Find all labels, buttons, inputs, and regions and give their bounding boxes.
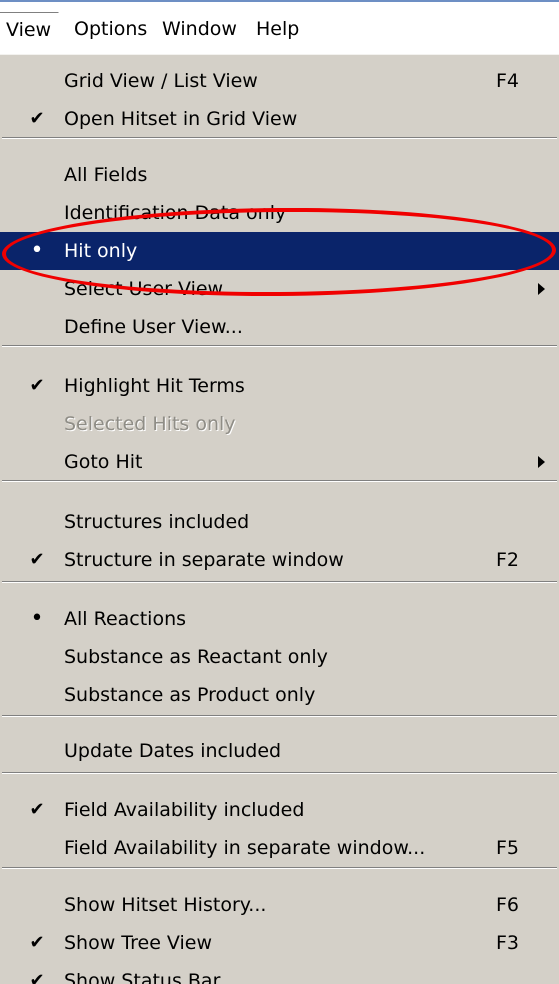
menu-item-field-availability-in-separate-window[interactable]: Field Availability in separate window...…	[0, 829, 559, 867]
checkmark-icon: ✔	[29, 375, 45, 396]
menu-item-hit-only[interactable]: • Hit only	[0, 232, 559, 270]
menu-item-field-availability-included[interactable]: ✔ Field Availability included	[0, 791, 559, 829]
menu-item-label: Structures included	[64, 511, 250, 533]
keyboard-shortcut: F6	[496, 894, 520, 916]
menu-item-show-hitset-history[interactable]: Show Hitset History... F6	[0, 886, 559, 924]
menu-item-highlight-hit-terms[interactable]: ✔ Highlight Hit Terms	[0, 367, 559, 405]
menu-item-label: Field Availability included	[64, 799, 305, 821]
menu-item-label: All Reactions	[64, 608, 187, 630]
menu-item-label: Show Status Bar	[64, 970, 221, 984]
menu-item-update-dates-included[interactable]: Update Dates included	[0, 732, 559, 770]
menu-separator	[2, 867, 557, 869]
radio-bullet-icon: •	[30, 238, 44, 263]
submenu-arrow-icon	[538, 456, 545, 468]
menu-view[interactable]: View	[0, 12, 60, 46]
menu-item-label: Grid View / List View	[64, 70, 258, 92]
menu-item-label: Show Tree View	[64, 932, 213, 954]
menu-separator	[2, 772, 557, 774]
menu-item-label: Structure in separate window	[64, 549, 344, 571]
menu-separator	[2, 345, 557, 347]
menu-separator	[2, 480, 557, 482]
menu-item-grid-view-list-view[interactable]: Grid View / List View F4	[0, 62, 559, 100]
menu-item-label: Field Availability in separate window...	[64, 837, 426, 859]
menu-item-label: Highlight Hit Terms	[64, 375, 245, 397]
menu-item-substance-as-reactant-only[interactable]: Substance as Reactant only	[0, 638, 559, 676]
menu-item-define-user-view[interactable]: Define User View...	[0, 308, 559, 346]
menu-item-label: Show Hitset History...	[64, 894, 267, 916]
view-menu-dropdown: Grid View / List View F4 ✔ Open Hitset in G…	[0, 54, 559, 984]
menu-item-show-status-bar[interactable]: ✔ Show Status Bar	[0, 962, 559, 984]
menu-item-select-user-view[interactable]: Select User View	[0, 270, 559, 308]
menu-item-label: Hit only	[64, 240, 138, 262]
menu-item-label: Define User View...	[64, 316, 243, 338]
menu-item-label: All Fields	[64, 164, 148, 186]
menu-window[interactable]: Window	[155, 12, 244, 46]
menu-item-label: Goto Hit	[64, 451, 143, 473]
menu-item-label: Update Dates included	[64, 740, 282, 762]
menu-item-label: Substance as Reactant only	[64, 646, 328, 668]
keyboard-shortcut: F5	[496, 837, 520, 859]
menu-item-label: Open Hitset in Grid View	[64, 108, 298, 130]
menu-options[interactable]: Options	[67, 12, 154, 46]
menu-item-identification-data-only[interactable]: Identification Data only	[0, 194, 559, 232]
keyboard-shortcut: F4	[496, 70, 520, 92]
radio-bullet-icon: •	[30, 606, 44, 631]
menu-item-label: Select User View	[64, 278, 224, 300]
menu-item-open-hitset-in-grid-view[interactable]: ✔ Open Hitset in Grid View	[0, 100, 559, 138]
menu-help[interactable]: Help	[249, 12, 306, 46]
menu-item-substance-as-product-only[interactable]: Substance as Product only	[0, 676, 559, 714]
menu-item-label: Selected Hits only	[64, 413, 236, 435]
menu-separator	[2, 715, 557, 717]
menu-item-all-fields[interactable]: All Fields	[0, 156, 559, 194]
menu-item-structures-included[interactable]: Structures included	[0, 503, 559, 541]
keyboard-shortcut: F2	[496, 549, 520, 571]
menu-item-goto-hit[interactable]: Goto Hit	[0, 443, 559, 481]
checkmark-icon: ✔	[29, 108, 45, 129]
menu-item-structure-in-separate-window[interactable]: ✔ Structure in separate window F2	[0, 541, 559, 579]
submenu-arrow-icon	[538, 283, 545, 295]
view-menu-screenshot: View Options Window Help Grid View / Lis…	[0, 0, 559, 984]
menu-item-label: Substance as Product only	[64, 684, 316, 706]
keyboard-shortcut: F3	[496, 932, 520, 954]
menu-item-show-tree-view[interactable]: ✔ Show Tree View F3	[0, 924, 559, 962]
menu-separator	[2, 581, 557, 583]
checkmark-icon: ✔	[29, 932, 45, 953]
checkmark-icon: ✔	[29, 970, 45, 984]
menubar: View Options Window Help	[0, 0, 559, 54]
menu-item-all-reactions[interactable]: • All Reactions	[0, 600, 559, 638]
menu-item-selected-hits-only: Selected Hits only	[0, 405, 559, 443]
checkmark-icon: ✔	[29, 549, 45, 570]
menu-item-label: Identification Data only	[64, 202, 287, 224]
menu-separator	[2, 137, 557, 139]
checkmark-icon: ✔	[29, 799, 45, 820]
